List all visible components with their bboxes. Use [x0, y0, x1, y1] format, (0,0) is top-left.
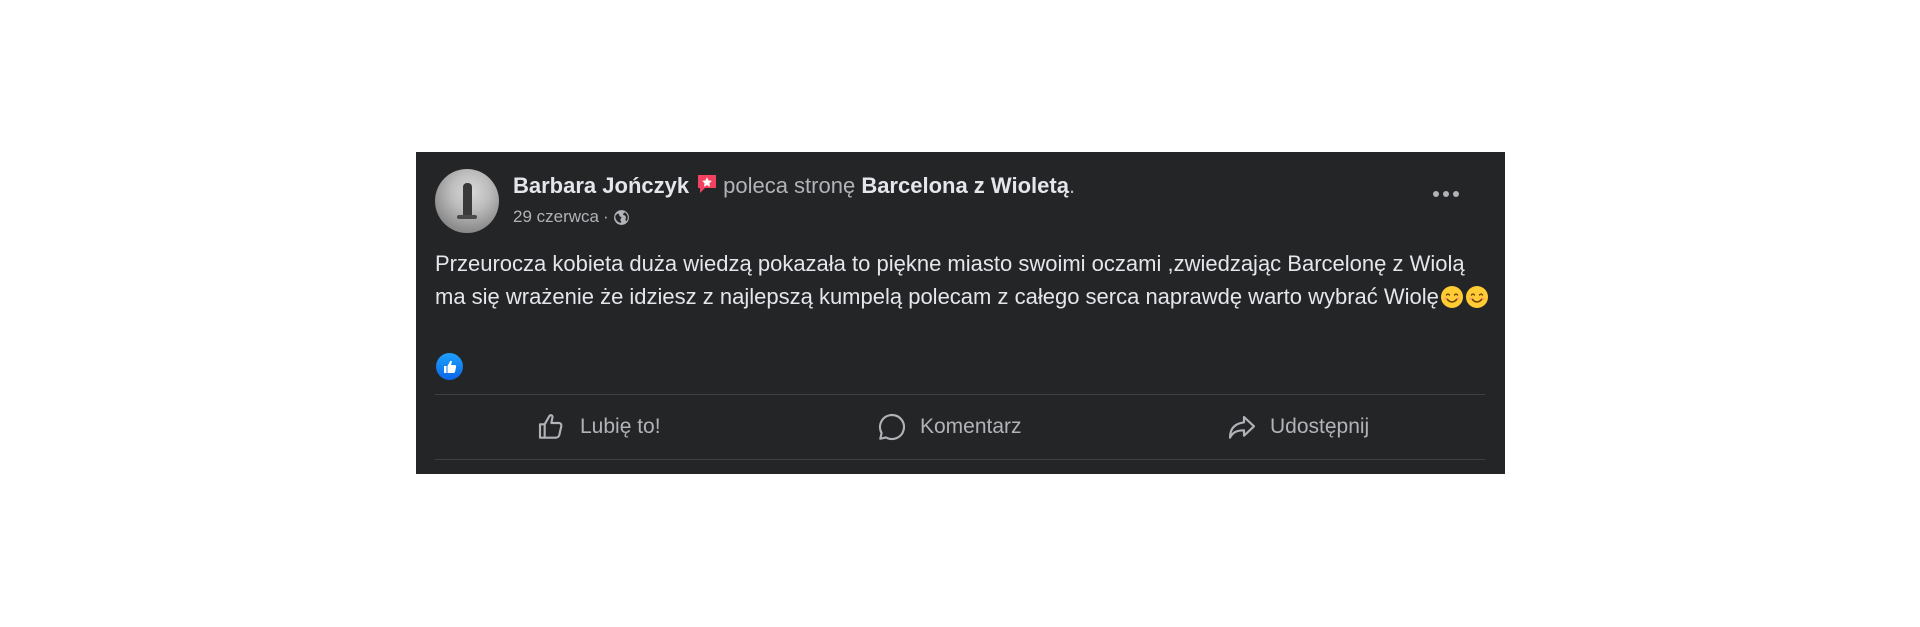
comment-button[interactable]: Komentarz — [876, 404, 1022, 450]
comment-bubble-icon — [876, 411, 908, 443]
recommend-verb: poleca stronę — [723, 173, 856, 198]
avatar[interactable] — [435, 169, 499, 233]
post-date[interactable]: 29 czerwca — [513, 207, 599, 226]
smiling-face-emoji — [1440, 285, 1464, 309]
post-header: Barbara Jończyk poleca stronę Barcelona z… — [513, 172, 1075, 203]
meta-separator: · — [602, 207, 609, 226]
like-label: Lubię to! — [580, 415, 661, 438]
share-arrow-icon — [1226, 411, 1258, 443]
recommendation-star-icon — [695, 172, 719, 203]
page-name-link[interactable]: Barcelona z Wioletą — [861, 173, 1069, 198]
post-meta: 29 czerwca · — [513, 206, 630, 232]
post-card: Barbara Jończyk poleca stronę Barcelona z… — [416, 152, 1505, 474]
avatar-figure — [463, 183, 472, 217]
like-reaction-icon[interactable] — [436, 353, 463, 380]
more-options-icon[interactable] — [1426, 184, 1466, 204]
thumbs-up-icon — [536, 411, 568, 443]
more-dot — [1443, 191, 1449, 197]
globe-icon — [613, 209, 630, 232]
post-text: Przeurocza kobieta duża wiedzą pokazała … — [435, 251, 1465, 309]
more-dot — [1453, 191, 1459, 197]
divider — [435, 394, 1485, 395]
divider — [435, 459, 1485, 460]
comment-label: Komentarz — [920, 415, 1022, 438]
page-suffix: . — [1068, 173, 1076, 198]
like-button[interactable]: Lubię to! — [536, 404, 661, 450]
author-name[interactable]: Barbara Jończyk — [513, 173, 689, 198]
share-label: Udostępnij — [1270, 415, 1370, 438]
share-button[interactable]: Udostępnij — [1226, 404, 1369, 450]
avatar-shadow — [457, 215, 477, 219]
more-dot — [1433, 191, 1439, 197]
post-body: Przeurocza kobieta duża wiedzą pokazała … — [435, 247, 1490, 313]
smiling-face-emoji — [1465, 285, 1489, 309]
